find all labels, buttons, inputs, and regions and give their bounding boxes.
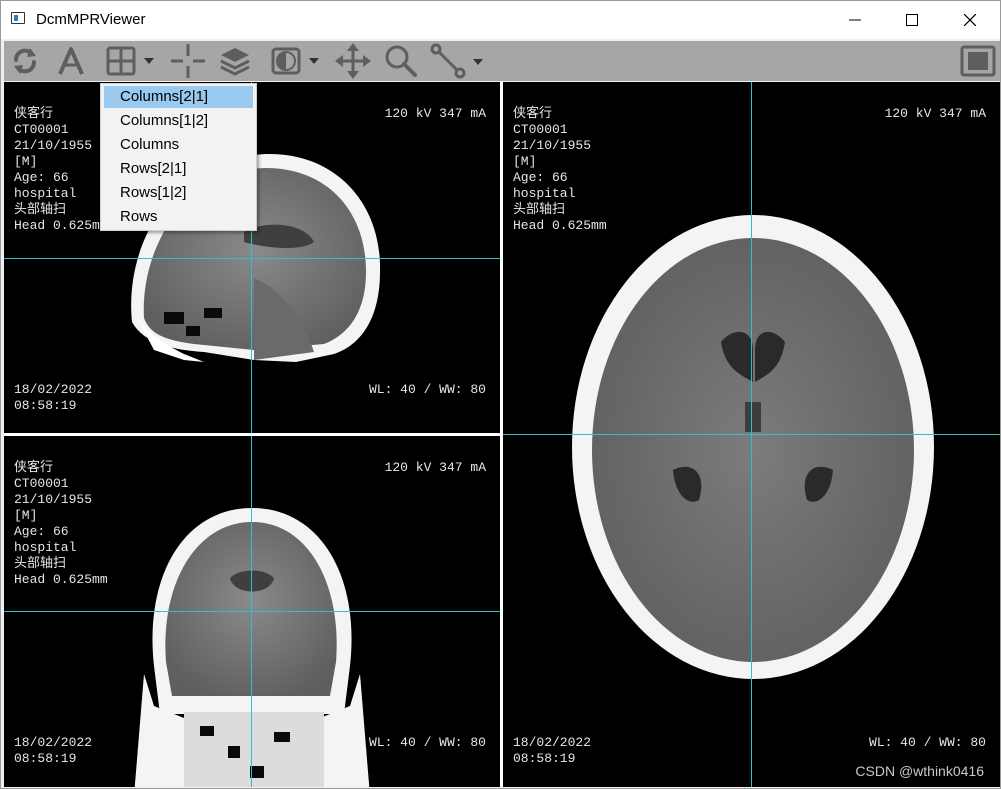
refresh-button[interactable] <box>6 41 44 81</box>
measure-button[interactable] <box>429 41 489 81</box>
sagittal-slice: Head 0.625mm <box>14 218 108 233</box>
axial-patient-name: 侠客行 <box>513 106 553 121</box>
annotation-text-icon <box>58 47 84 75</box>
minimize-button[interactable] <box>832 1 878 39</box>
layout-grid-icon <box>106 46 154 76</box>
coronal-study-date: 18/02/2022 <box>14 735 93 750</box>
window-level-button[interactable] <box>267 41 323 81</box>
close-icon <box>964 14 976 26</box>
sagittal-institution: hospital <box>14 186 77 201</box>
measure-line-icon <box>430 43 483 79</box>
sagittal-series: 头部轴扫 <box>14 202 67 217</box>
window-level-icon <box>271 47 319 75</box>
menu-item-rows-1-2[interactable]: Rows[1|2] <box>104 182 253 204</box>
refresh-icon <box>14 48 36 74</box>
sagittal-patient-id: CT00001 <box>14 122 69 137</box>
coronal-kv-ma: 120 kV 347 mA <box>384 460 486 475</box>
pan-button[interactable] <box>333 41 373 81</box>
crosshair-icon <box>171 44 205 78</box>
coronal-crosshair-horizontal[interactable] <box>4 611 500 612</box>
coronal-institution: hospital <box>14 540 77 555</box>
app-window: DcmMPRViewer 侠客行 CT00001 21/10/1955 [M] … <box>0 0 1001 789</box>
menu-item-rows-2-1[interactable]: Rows[2|1] <box>104 158 253 180</box>
coronal-birth-date: 21/10/1955 <box>14 492 93 507</box>
crosshair-button[interactable] <box>168 41 208 81</box>
annotation-button[interactable] <box>52 41 90 81</box>
layers-icon <box>220 48 250 76</box>
axial-sex: [M] <box>513 154 537 169</box>
menu-item-columns[interactable]: Columns <box>104 134 253 156</box>
zoom-button[interactable] <box>381 41 421 81</box>
axial-study-time: 08:58:19 <box>513 751 576 766</box>
menu-item-columns-2-1[interactable]: Columns[2|1] <box>104 86 253 108</box>
sagittal-sex: [M] <box>14 154 38 169</box>
axial-wl-ww: WL: 40 / WW: 80 <box>868 735 986 750</box>
toolbar <box>4 41 1000 81</box>
coronal-sex: [M] <box>14 508 38 523</box>
axial-series: 头部轴扫 <box>513 202 566 217</box>
fullscreen-icon <box>960 45 996 77</box>
maximize-button[interactable] <box>889 1 935 39</box>
sagittal-kv-ma: 120 kV 347 mA <box>384 106 486 121</box>
sagittal-crosshair-horizontal[interactable] <box>4 258 500 259</box>
axial-birth-date: 21/10/1955 <box>513 138 592 153</box>
axial-age: Age: 66 <box>513 170 568 185</box>
app-icon <box>11 12 25 24</box>
layers-button[interactable] <box>216 41 254 81</box>
minimize-icon <box>849 19 861 21</box>
sagittal-study-time: 08:58:19 <box>14 398 77 413</box>
coronal-patient-name: 侠客行 <box>14 460 54 475</box>
axial-patient-id: CT00001 <box>513 122 568 137</box>
coronal-patient-id: CT00001 <box>14 476 69 491</box>
pan-move-icon <box>335 43 371 79</box>
sagittal-birth-date: 21/10/1955 <box>14 138 93 153</box>
sagittal-age: Age: 66 <box>14 170 69 185</box>
coronal-series: 头部轴扫 <box>14 556 67 571</box>
menu-item-rows[interactable]: Rows <box>104 206 253 228</box>
watermark: CSDN @wthink0416 <box>855 763 984 779</box>
close-button[interactable] <box>947 1 993 39</box>
fullscreen-button[interactable] <box>958 41 998 81</box>
layout-button[interactable] <box>102 41 158 81</box>
sagittal-wl-ww: WL: 40 / WW: 80 <box>368 382 486 397</box>
sagittal-patient-name: 侠客行 <box>14 106 54 121</box>
coronal-wl-ww: WL: 40 / WW: 80 <box>368 735 486 750</box>
layout-dropdown-menu: Columns[2|1] Columns[1|2] Columns Rows[2… <box>100 83 257 231</box>
zoom-magnifier-icon <box>385 45 417 77</box>
coronal-age: Age: 66 <box>14 524 69 539</box>
menu-item-columns-1-2[interactable]: Columns[1|2] <box>104 110 253 132</box>
sagittal-study-date: 18/02/2022 <box>14 382 93 397</box>
axial-institution: hospital <box>513 186 576 201</box>
coronal-view[interactable]: 侠客行 CT00001 21/10/1955 [M] Age: 66 hospi… <box>4 436 500 787</box>
axial-crosshair-vertical[interactable] <box>751 82 752 787</box>
coronal-crosshair-vertical[interactable] <box>251 436 252 787</box>
title-bar: DcmMPRViewer <box>1 1 1000 39</box>
window-title: DcmMPRViewer <box>36 11 146 28</box>
coronal-slice: Head 0.625mm <box>14 572 108 587</box>
axial-slice: Head 0.625mm <box>513 218 607 233</box>
axial-view[interactable]: 侠客行 CT00001 21/10/1955 [M] Age: 66 hospi… <box>503 82 1000 787</box>
maximize-icon <box>906 14 918 26</box>
coronal-study-time: 08:58:19 <box>14 751 77 766</box>
axial-study-date: 18/02/2022 <box>513 735 592 750</box>
axial-kv-ma: 120 kV 347 mA <box>884 106 986 121</box>
